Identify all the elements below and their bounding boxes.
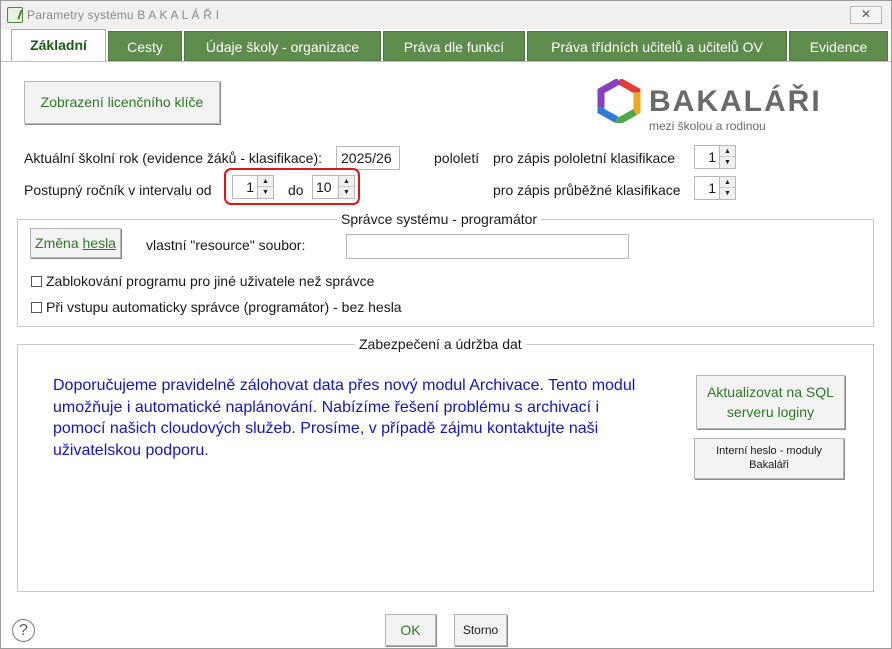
tab-cesty[interactable]: Cesty (108, 31, 182, 61)
spin-up-icon[interactable]: ▲ (720, 177, 735, 188)
parameters-window: Parametry systému B A K A L Á Ř I ✕ Zákl… (0, 0, 892, 649)
window-title: Parametry systému B A K A L Á Ř I (27, 8, 220, 22)
spin-up-icon[interactable]: ▲ (720, 146, 735, 157)
spin-down-icon[interactable]: ▼ (720, 157, 735, 168)
admin-group-legend: Správce systému - programátor (337, 211, 542, 227)
auto-admin-label: Při vstupu automaticky správce (programá… (46, 299, 402, 315)
auto-admin-checkbox[interactable] (31, 302, 42, 313)
cancel-button[interactable]: Storno (454, 614, 507, 646)
grade-range-label: Postupný ročník v intervalu od (24, 182, 212, 198)
tab-evidence[interactable]: Evidence (789, 31, 888, 61)
pololetni-klasifikace-label: pro zápis pololetní klasifikace (493, 150, 676, 166)
change-password-button[interactable]: Změna hesla (30, 228, 121, 258)
prubezne-value[interactable]: 1 (694, 176, 719, 200)
prubezne-spin-arrows[interactable]: ▲ ▼ (719, 176, 736, 200)
resource-file-input[interactable] (346, 234, 629, 259)
tab-content-border (1, 61, 891, 62)
change-password-hotkey: hesla (82, 235, 116, 251)
grade-range-highlight (224, 168, 360, 205)
tab-zakladni[interactable]: Základní (11, 29, 106, 62)
bakalari-logo: BAKALÁŘI mezi školou a rodinou (597, 79, 820, 139)
pololetni-spin-arrows[interactable]: ▲ ▼ (719, 145, 736, 169)
title-bar: Parametry systému B A K A L Á Ř I ✕ (1, 1, 891, 29)
ok-button[interactable]: OK (385, 614, 436, 646)
block-program-checkbox[interactable] (31, 276, 42, 287)
archivation-message: Doporučujeme pravidelně zálohovat data p… (53, 377, 636, 459)
close-button[interactable]: ✕ (850, 6, 882, 24)
resource-label: vlastní "resource" soubor: (146, 237, 306, 253)
update-sql-logins-button[interactable]: Aktualizovat na SQL serveru loginy (696, 375, 845, 429)
tab-udaje-skoly[interactable]: Údaje školy - organizace (184, 31, 381, 61)
app-edit-icon (7, 7, 23, 23)
school-year-field[interactable]: 2025/26 (336, 146, 400, 170)
security-group-legend: Zabezpečení a údržba dat (355, 336, 526, 352)
pololetni-value[interactable]: 1 (694, 145, 719, 169)
change-password-label: Změna (35, 235, 83, 251)
license-key-button[interactable]: Zobrazení licenčního klíče (24, 81, 220, 124)
block-program-label: Zablokování programu pro jiné uživatele … (46, 273, 375, 289)
bakalari-logo-icon (597, 79, 641, 123)
prubezne-klasifikace-label: pro zápis průběžné klasifikace (493, 182, 681, 198)
logo-name: BAKALÁŘI (649, 85, 822, 118)
school-year-label: Aktuální školní rok (evidence žáků - kla… (24, 150, 323, 166)
tab-prava-tridnich-ucitelu[interactable]: Práva třídních učitelů a učitelů OV (527, 31, 787, 61)
pololeti-label: pololetí (434, 150, 480, 166)
help-icon[interactable]: ? (12, 619, 35, 642)
spin-down-icon[interactable]: ▼ (720, 188, 735, 199)
tab-bar: Základní Cesty Údaje školy - organizace … (1, 29, 891, 62)
internal-password-button[interactable]: Interní heslo - moduly Bakaláři (694, 438, 844, 479)
logo-tagline: mezi školou a rodinou (649, 119, 766, 133)
tab-prava-dle-funkci[interactable]: Práva dle funkcí (383, 31, 525, 61)
